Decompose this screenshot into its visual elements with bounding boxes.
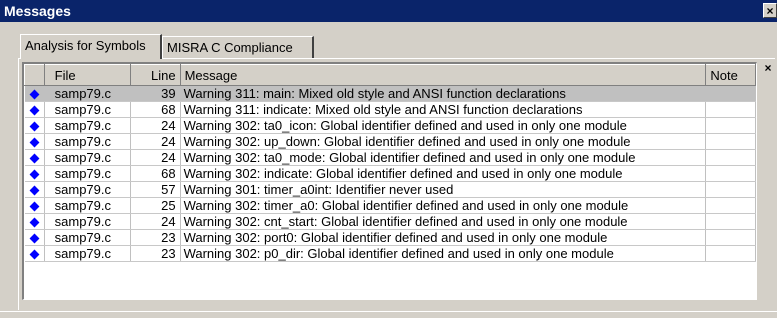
- warning-diamond-icon: [29, 233, 40, 244]
- note-cell: [705, 85, 756, 102]
- line-cell: 24: [130, 133, 181, 150]
- line-cell: 57: [130, 181, 181, 198]
- tab-analysis-for-symbols[interactable]: Analysis for Symbols: [20, 34, 162, 59]
- message-cell: Warning 302: ta0_mode: Global identifier…: [180, 149, 707, 166]
- file-cell: samp79.c: [44, 149, 132, 166]
- severity-icon: [24, 85, 45, 102]
- tab-label: Analysis for Symbols: [25, 38, 146, 53]
- message-cell: Warning 301: timer_a0int: Identifier nev…: [180, 181, 707, 198]
- warning-diamond-icon: [29, 185, 40, 196]
- note-cell: [705, 165, 756, 182]
- line-cell: 24: [130, 117, 181, 134]
- file-cell: samp79.c: [44, 229, 132, 246]
- note-cell: [705, 181, 756, 198]
- severity-icon: [24, 101, 45, 118]
- severity-icon: [24, 117, 45, 134]
- warning-diamond-icon: [29, 217, 40, 228]
- table-row[interactable]: samp79.c 23 Warning 302: p0_dir: Global id…: [24, 245, 756, 262]
- note-cell: [705, 117, 756, 134]
- close-icon[interactable]: ×: [763, 3, 777, 18]
- file-cell: samp79.c: [44, 101, 132, 118]
- message-cell: Warning 302: up_down: Global identifier …: [180, 133, 707, 150]
- severity-icon: [24, 197, 45, 214]
- note-cell: [705, 245, 756, 262]
- file-cell: samp79.c: [44, 213, 132, 230]
- severity-icon: [24, 133, 45, 150]
- window-title: Messages: [4, 3, 71, 19]
- severity-icon: [24, 149, 45, 166]
- tab-misra-c-compliance[interactable]: MISRA C Compliance: [162, 36, 314, 58]
- line-cell: 23: [130, 245, 181, 262]
- file-cell: samp79.c: [44, 245, 132, 262]
- file-cell: samp79.c: [44, 133, 132, 150]
- messages-window: Messages × Analysis for Symbols MISRA C …: [0, 0, 777, 318]
- note-cell: [705, 229, 756, 246]
- line-cell: 39: [130, 85, 181, 102]
- column-header-file[interactable]: File: [43, 64, 132, 86]
- file-cell: samp79.c: [44, 197, 132, 214]
- table-row[interactable]: samp79.c 24 Warning 302: ta0_mode: Global …: [24, 149, 756, 166]
- note-cell: [705, 197, 756, 214]
- warning-diamond-icon: [29, 169, 40, 180]
- note-cell: [705, 149, 756, 166]
- warning-diamond-icon: [29, 201, 40, 212]
- title-bar[interactable]: Messages ×: [0, 0, 777, 22]
- table-body: samp79.c 39 Warning 311: main: Mixed old s…: [24, 85, 756, 262]
- line-cell: 25: [130, 197, 181, 214]
- note-cell: [705, 133, 756, 150]
- file-cell: samp79.c: [44, 165, 132, 182]
- file-cell: samp79.c: [44, 181, 132, 198]
- severity-icon: [24, 181, 45, 198]
- line-cell: 24: [130, 213, 181, 230]
- warning-diamond-icon: [29, 153, 40, 164]
- table-row[interactable]: samp79.c 24 Warning 302: up_down: Global i…: [24, 133, 756, 150]
- line-cell: 68: [130, 165, 181, 182]
- tab-label: MISRA C Compliance: [167, 40, 293, 55]
- table-row[interactable]: samp79.c 68 Warning 302: indicate: Global …: [24, 165, 756, 182]
- table-row[interactable]: samp79.c 23 Warning 302: port0: Global ide…: [24, 229, 756, 246]
- line-cell: 68: [130, 101, 181, 118]
- message-cell: Warning 302: indicate: Global identifier…: [180, 165, 707, 182]
- window-bottom-edge: [0, 311, 777, 318]
- table-row[interactable]: samp79.c 68 Warning 311: indicate: Mixed o…: [24, 101, 756, 118]
- close-pane-icon[interactable]: ×: [761, 62, 775, 75]
- message-cell: Warning 302: cnt_start: Global identifie…: [180, 213, 707, 230]
- table-header-row: File Line Message Note: [24, 64, 756, 86]
- messages-table: File Line Message Note samp79.c 39 Warning…: [24, 64, 756, 262]
- note-cell: [705, 213, 756, 230]
- message-cell: Warning 302: timer_a0: Global identifier…: [180, 197, 707, 214]
- file-cell: samp79.c: [44, 117, 132, 134]
- message-cell: Warning 311: main: Mixed old style and A…: [180, 85, 707, 102]
- warning-diamond-icon: [29, 105, 40, 116]
- table-row[interactable]: samp79.c 39 Warning 311: main: Mixed old s…: [24, 85, 756, 102]
- table-row[interactable]: samp79.c 24 Warning 302: ta0_icon: Global …: [24, 117, 756, 134]
- severity-icon: [24, 229, 45, 246]
- message-cell: Warning 302: ta0_icon: Global identifier…: [180, 117, 707, 134]
- messages-list[interactable]: File Line Message Note samp79.c 39 Warning…: [22, 62, 757, 300]
- warning-diamond-icon: [29, 89, 40, 100]
- severity-icon: [24, 165, 45, 182]
- column-header-line[interactable]: Line: [130, 64, 181, 86]
- line-cell: 24: [130, 149, 181, 166]
- file-cell: samp79.c: [44, 85, 132, 102]
- column-header-bullet[interactable]: [24, 64, 45, 86]
- warning-diamond-icon: [29, 249, 40, 260]
- table-row[interactable]: samp79.c 57 Warning 301: timer_a0int: Iden…: [24, 181, 756, 198]
- warning-diamond-icon: [29, 137, 40, 148]
- severity-icon: [24, 213, 45, 230]
- column-header-note[interactable]: Note: [705, 64, 756, 86]
- message-cell: Warning 302: port0: Global identifier de…: [180, 229, 707, 246]
- message-cell: Warning 302: p0_dir: Global identifier d…: [180, 245, 707, 262]
- note-cell: [705, 101, 756, 118]
- table-row[interactable]: samp79.c 24 Warning 302: cnt_start: Global…: [24, 213, 756, 230]
- warning-diamond-icon: [29, 121, 40, 132]
- severity-icon: [24, 245, 45, 262]
- line-cell: 23: [130, 229, 181, 246]
- message-cell: Warning 311: indicate: Mixed old style a…: [180, 101, 707, 118]
- table-row[interactable]: samp79.c 25 Warning 302: timer_a0: Global …: [24, 197, 756, 214]
- column-header-message[interactable]: Message: [179, 64, 707, 86]
